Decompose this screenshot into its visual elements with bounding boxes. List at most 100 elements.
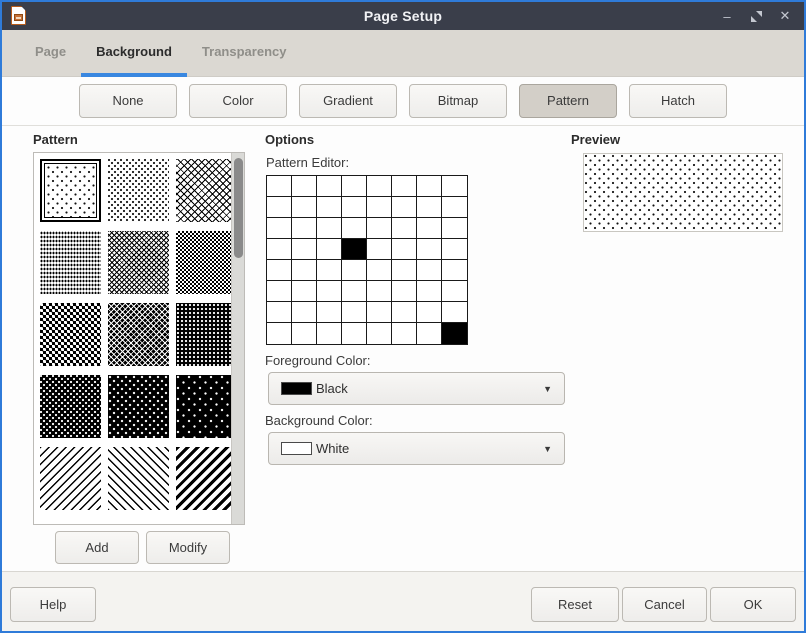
help-button[interactable]: Help [10,587,96,622]
editor-cell-r7-c5[interactable] [392,323,417,344]
fill-hatch-button[interactable]: Hatch [629,84,727,118]
pattern-swatch-white-dots-dense-80[interactable] [176,303,237,366]
pattern-swatch-diagonal-thin-up[interactable] [108,447,169,510]
editor-cell-r5-c2[interactable] [317,281,342,302]
reset-button[interactable]: Reset [531,587,619,622]
tab-background[interactable]: Background [81,30,187,77]
editor-cell-r3-c6[interactable] [417,239,442,260]
editor-cell-r3-c2[interactable] [317,239,342,260]
fill-gradient-button[interactable]: Gradient [299,84,397,118]
editor-cell-r1-c0[interactable] [267,197,292,218]
tab-transparency[interactable]: Transparency [187,30,302,77]
cancel-button[interactable]: Cancel [622,587,707,622]
editor-cell-r6-c2[interactable] [317,302,342,323]
ok-button[interactable]: OK [710,587,796,622]
editor-cell-r3-c3[interactable] [342,239,367,260]
pattern-swatch-white-dots-90[interactable] [108,375,169,438]
pattern-swatch-diagonal-bold-down[interactable] [176,447,237,510]
editor-cell-r7-c7[interactable] [442,323,467,344]
editor-cell-r7-c1[interactable] [292,323,317,344]
tab-page[interactable]: Page [20,30,81,77]
editor-cell-r6-c4[interactable] [367,302,392,323]
modify-button[interactable]: Modify [146,531,230,564]
pattern-swatch-checker-60[interactable] [40,303,101,366]
pattern-swatch-dots-sparse-5[interactable] [40,159,101,222]
editor-cell-r1-c7[interactable] [442,197,467,218]
pattern-swatch-diagonal-thin-down[interactable] [40,447,101,510]
editor-cell-r6-c0[interactable] [267,302,292,323]
editor-cell-r6-c7[interactable] [442,302,467,323]
editor-cell-r6-c3[interactable] [342,302,367,323]
fill-bitmap-button[interactable]: Bitmap [409,84,507,118]
editor-cell-r5-c5[interactable] [392,281,417,302]
editor-cell-r0-c2[interactable] [317,176,342,197]
editor-cell-r7-c3[interactable] [342,323,367,344]
editor-cell-r2-c4[interactable] [367,218,392,239]
editor-cell-r5-c0[interactable] [267,281,292,302]
editor-cell-r0-c1[interactable] [292,176,317,197]
pattern-swatch-dots-10[interactable] [108,159,169,222]
editor-cell-r2-c2[interactable] [317,218,342,239]
pattern-swatch-checker-fine-50[interactable] [176,231,237,294]
pattern-list-scrollbar[interactable] [231,153,244,524]
pattern-swatch-white-dots-sparse-95[interactable] [176,375,237,438]
editor-cell-r4-c1[interactable] [292,260,317,281]
editor-cell-r2-c1[interactable] [292,218,317,239]
restore-icon[interactable] [749,9,763,23]
editor-cell-r5-c7[interactable] [442,281,467,302]
editor-cell-r5-c1[interactable] [292,281,317,302]
editor-cell-r3-c1[interactable] [292,239,317,260]
fill-color-button[interactable]: Color [189,84,287,118]
editor-cell-r5-c3[interactable] [342,281,367,302]
editor-cell-r3-c5[interactable] [392,239,417,260]
editor-cell-r4-c0[interactable] [267,260,292,281]
editor-cell-r0-c4[interactable] [367,176,392,197]
editor-cell-r7-c0[interactable] [267,323,292,344]
editor-cell-r5-c6[interactable] [417,281,442,302]
pattern-swatch-dots-dense-30[interactable] [40,231,101,294]
editor-cell-r0-c6[interactable] [417,176,442,197]
pattern-swatch-white-dots-85[interactable] [40,375,101,438]
editor-cell-r3-c0[interactable] [267,239,292,260]
editor-cell-r4-c6[interactable] [417,260,442,281]
pattern-swatch-crosshatch-dark-70[interactable] [108,303,169,366]
editor-cell-r1-c6[interactable] [417,197,442,218]
pattern-swatch-crosshatch-light-20[interactable] [176,159,237,222]
editor-cell-r7-c4[interactable] [367,323,392,344]
editor-cell-r6-c5[interactable] [392,302,417,323]
scrollbar-thumb[interactable] [234,158,243,258]
pattern-swatch-crosshatch-medium-40[interactable] [108,231,169,294]
editor-cell-r1-c1[interactable] [292,197,317,218]
editor-cell-r4-c2[interactable] [317,260,342,281]
editor-cell-r7-c2[interactable] [317,323,342,344]
fill-none-button[interactable]: None [79,84,177,118]
fill-pattern-button[interactable]: Pattern [519,84,617,118]
editor-cell-r5-c4[interactable] [367,281,392,302]
background-color-dropdown[interactable]: White ▼ [268,432,565,465]
editor-cell-r2-c0[interactable] [267,218,292,239]
editor-cell-r6-c1[interactable] [292,302,317,323]
editor-cell-r7-c6[interactable] [417,323,442,344]
editor-cell-r2-c6[interactable] [417,218,442,239]
editor-cell-r4-c3[interactable] [342,260,367,281]
editor-cell-r0-c7[interactable] [442,176,467,197]
add-button[interactable]: Add [55,531,139,564]
minimize-icon[interactable]: – [720,9,734,23]
editor-cell-r4-c5[interactable] [392,260,417,281]
editor-cell-r1-c4[interactable] [367,197,392,218]
editor-cell-r3-c7[interactable] [442,239,467,260]
editor-cell-r6-c6[interactable] [417,302,442,323]
editor-cell-r1-c2[interactable] [317,197,342,218]
editor-cell-r4-c7[interactable] [442,260,467,281]
editor-cell-r2-c3[interactable] [342,218,367,239]
editor-cell-r1-c5[interactable] [392,197,417,218]
editor-cell-r2-c5[interactable] [392,218,417,239]
editor-cell-r4-c4[interactable] [367,260,392,281]
editor-cell-r2-c7[interactable] [442,218,467,239]
editor-cell-r3-c4[interactable] [367,239,392,260]
editor-cell-r1-c3[interactable] [342,197,367,218]
close-icon[interactable]: ✕ [778,9,792,23]
foreground-color-dropdown[interactable]: Black ▼ [268,372,565,405]
editor-cell-r0-c5[interactable] [392,176,417,197]
editor-cell-r0-c3[interactable] [342,176,367,197]
